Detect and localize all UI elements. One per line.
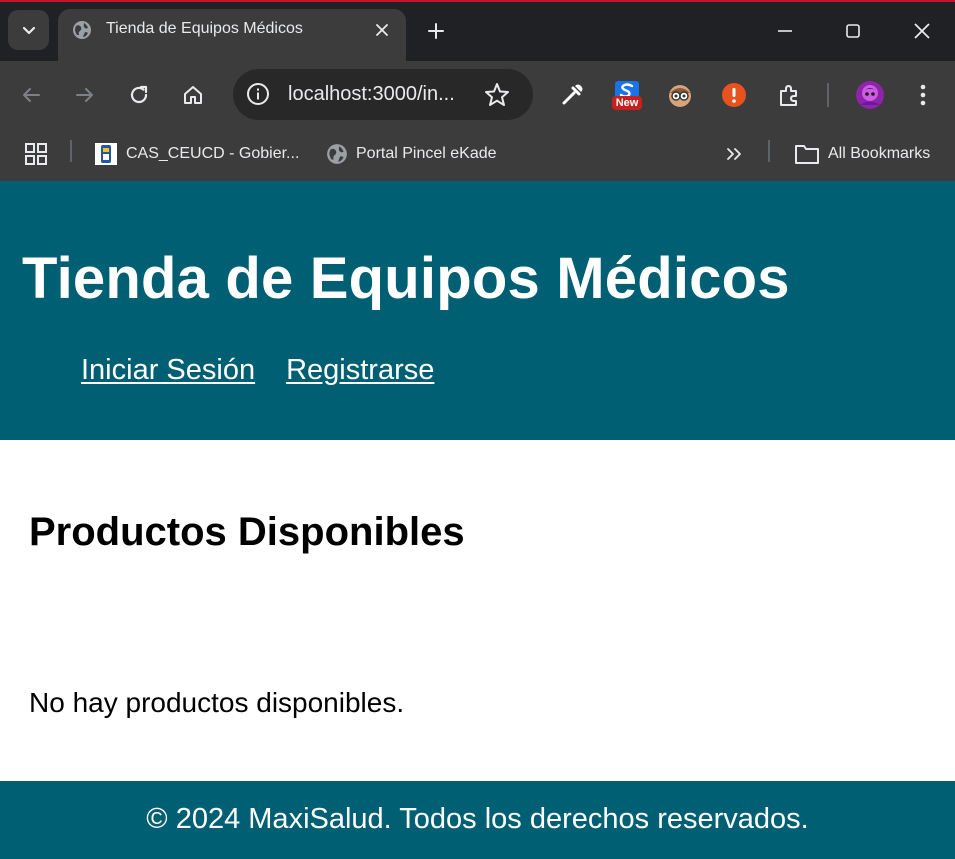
alert-icon <box>722 83 746 107</box>
bookmark-label: CAS_CEUCD - Gobier... <box>126 145 300 162</box>
avatar-icon <box>856 81 884 109</box>
browser-tab-strip: Tienda de Equipos Médicos <box>0 0 955 61</box>
bookmarks-bar: CAS_CEUCD - Gobier... Portal Pincel eKad… <box>0 128 955 181</box>
minimize-icon <box>778 30 792 32</box>
extensions-menu-button[interactable] <box>772 78 806 112</box>
site-info-icon[interactable] <box>245 81 271 107</box>
browser-menu-button[interactable] <box>906 78 940 112</box>
eyedropper-icon <box>562 84 583 105</box>
reload-button[interactable] <box>122 78 156 112</box>
arrow-right-icon <box>76 88 93 102</box>
site-header: Tienda de Equipos Médicos Iniciar Sesión… <box>0 181 955 440</box>
close-icon <box>914 23 930 39</box>
more-vertical-icon <box>920 84 926 106</box>
all-bookmarks-button[interactable]: All Bookmarks <box>794 139 930 169</box>
apps-grid-icon <box>25 143 47 165</box>
bookmark-cas-ceucd[interactable]: CAS_CEUCD - Gobier... <box>94 139 299 169</box>
forward-button[interactable] <box>68 78 102 112</box>
toolbar-separator <box>827 83 829 107</box>
folder-icon <box>795 145 819 164</box>
window-top-border <box>0 0 955 2</box>
globe-icon <box>327 144 347 164</box>
home-icon <box>184 86 202 104</box>
more-bookmarks-button[interactable] <box>724 139 744 169</box>
new-badge: New <box>611 96 643 110</box>
maximize-button[interactable] <box>836 14 870 48</box>
site-footer: © 2024 MaxiSalud. Todos los derechos res… <box>0 781 955 859</box>
tab-close-button[interactable] <box>370 18 394 42</box>
chevron-down-icon <box>22 26 35 35</box>
eyedropper-extension[interactable] <box>555 78 589 112</box>
bookmark-label: Portal Pincel eKade <box>356 145 497 162</box>
double-chevron-right-icon <box>727 148 741 160</box>
glasses-face-icon <box>669 85 691 107</box>
address-bar[interactable]: localhost:3000/in... <box>233 69 533 120</box>
products-heading: Productos Disponibles <box>29 510 465 554</box>
home-button[interactable] <box>176 78 210 112</box>
url-text[interactable]: localhost:3000/in... <box>288 83 455 106</box>
arrow-left-icon <box>23 88 40 102</box>
tab-title: Tienda de Equipos Médicos <box>106 20 303 37</box>
copyright-text: © 2024 MaxiSalud. Todos los derechos res… <box>146 803 809 835</box>
plus-icon <box>428 23 444 39</box>
close-icon <box>376 24 388 36</box>
new-extension[interactable]: New <box>609 75 645 115</box>
main-nav: Iniciar Sesión Registrarse <box>81 354 434 387</box>
bookmark-star-icon[interactable] <box>483 81 511 109</box>
bookmark-portal-pincel[interactable]: Portal Pincel eKade <box>326 139 497 169</box>
apps-button[interactable] <box>24 139 48 169</box>
new-tab-button[interactable] <box>421 16 451 46</box>
site-title: Tienda de Equipos Médicos <box>22 246 790 311</box>
bookmarks-separator <box>768 140 770 162</box>
profile-avatar[interactable] <box>853 78 887 112</box>
bookmarks-separator <box>70 140 72 162</box>
puzzle-icon <box>780 85 797 106</box>
all-bookmarks-label: All Bookmarks <box>828 145 931 162</box>
browser-tab-active[interactable]: Tienda de Equipos Médicos <box>58 9 406 61</box>
login-link[interactable]: Iniciar Sesión <box>81 354 255 387</box>
maximize-icon <box>846 24 860 38</box>
glasses-extension[interactable] <box>663 78 697 112</box>
back-button[interactable] <box>14 78 48 112</box>
empty-products-message: No hay productos disponibles. <box>29 687 405 718</box>
register-link[interactable]: Registrarse <box>286 354 434 387</box>
gobierno-canarias-icon <box>95 143 117 165</box>
browser-toolbar: localhost:3000/in... New <box>0 61 955 128</box>
reload-icon <box>130 85 148 104</box>
globe-icon <box>73 21 91 39</box>
alert-extension[interactable] <box>717 78 751 112</box>
tab-search-button[interactable] <box>8 10 49 50</box>
minimize-button[interactable] <box>768 14 802 48</box>
close-window-button[interactable] <box>905 14 939 48</box>
